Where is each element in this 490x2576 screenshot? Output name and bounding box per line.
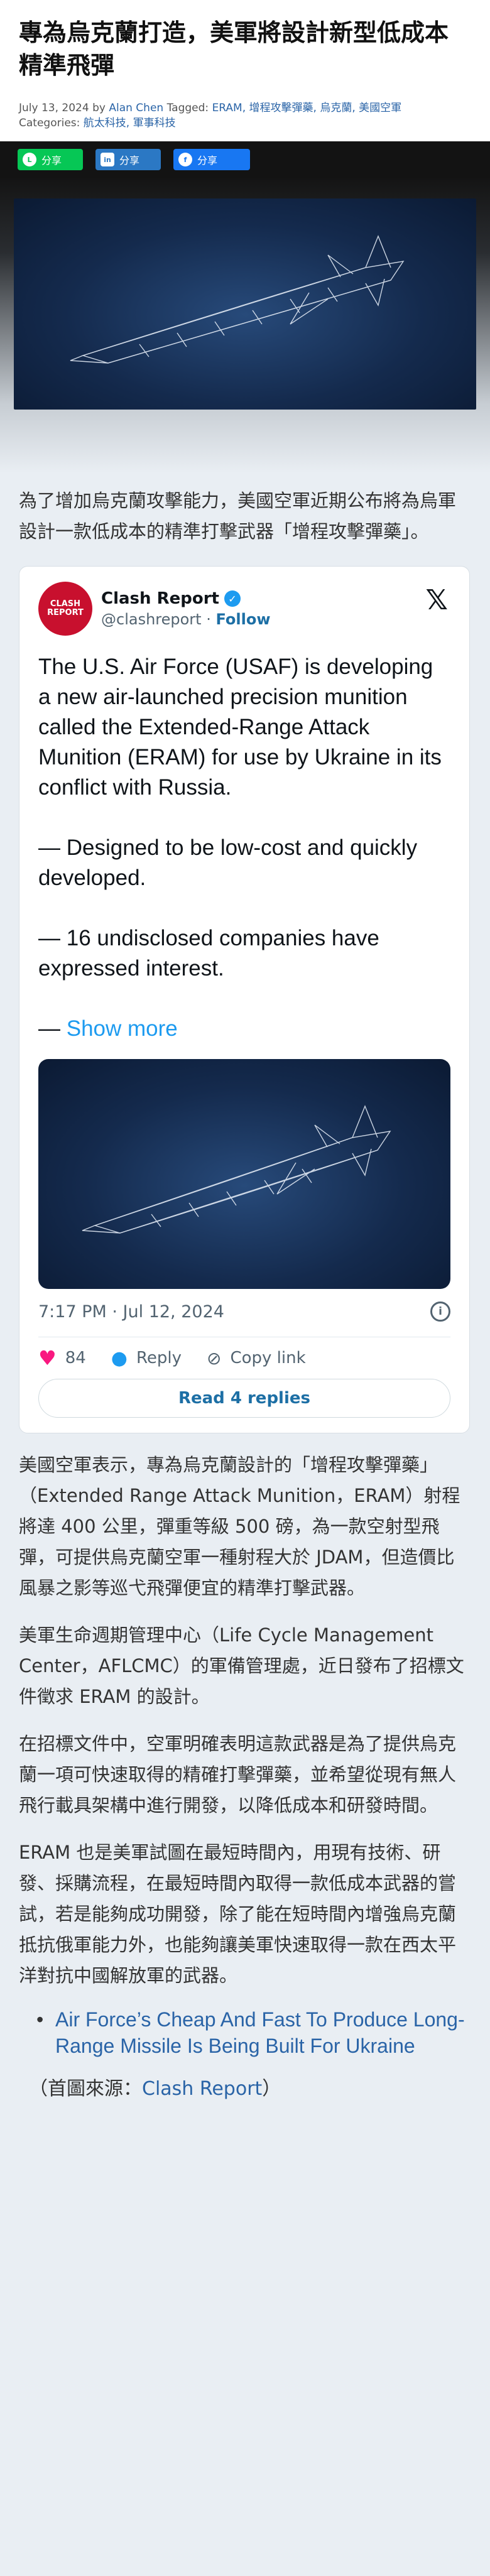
source-prefix: （首圖來源： [29,2078,142,2100]
tweet-author-name-row: Clash Report ✓ [101,589,271,608]
linkedin-icon: in [101,153,114,166]
tweet-media-image[interactable] [38,1059,450,1289]
hero-section [0,178,490,486]
missile-wireframe-image [82,1105,391,1234]
copy-link-label: Copy link [230,1349,306,1367]
tweet-text-line2: — Designed to be low-cost and quickly de… [38,835,418,890]
share-line-label: 分享 [41,155,62,166]
author-link[interactable]: Alan Chen [109,102,163,114]
facebook-icon: f [178,153,192,166]
related-links: Air Force’s Cheap And Fast To Produce Lo… [19,2006,471,2059]
reply-label: Reply [136,1349,182,1367]
article-body: 為了增加烏克蘭攻擊能力，美國空軍近期公布將為烏軍設計一款低成本的精準打擊武器「增… [0,486,490,2100]
tweet-handle[interactable]: @clashreport [101,611,202,628]
article-date: July 13, 2024 [19,102,89,114]
share-line-button[interactable]: L 分享 [18,149,83,170]
tweet-timestamp-row: 7:17 PM · Jul 12, 2024 i [38,1300,450,1323]
tagged-label: Tagged: [166,102,209,114]
follow-button[interactable]: Follow [216,611,271,628]
source-suffix: ） [262,2078,281,2100]
reply-bubble-icon: ● [111,1347,128,1369]
link-icon: ⊘ [206,1347,222,1369]
tag-links[interactable]: ERAM, 增程攻擊彈藥, 烏克蘭, 美國空軍 [212,102,402,114]
tweet-timestamp[interactable]: 7:17 PM · Jul 12, 2024 [38,1302,224,1322]
show-more-link[interactable]: Show more [67,1016,178,1041]
article-title: 專為烏克蘭打造，美軍將設計新型低成本精準飛彈 [19,19,449,79]
share-facebook-label: 分享 [197,155,218,166]
paragraph-eram-goal: ERAM 也是美軍試圖在最短時間內，用現有技術、研發、採購流程，在最短時間內取得… [19,1842,457,1986]
heart-icon: ♥ [38,1346,57,1370]
categories-label: Categories: [19,117,80,129]
like-button[interactable]: ♥ 84 [38,1346,86,1370]
tweet-author: Clash Report ✓ @clashreport · Follow [101,589,271,628]
article-header: 專為烏克蘭打造，美軍將設計新型低成本精準飛彈 July 13, 2024 by … [0,0,490,141]
missile-wireframe-image [70,235,405,364]
tweet-text: The U.S. Air Force (USAF) is developing … [38,652,450,1044]
tweet-text-line1: The U.S. Air Force (USAF) is developing … [38,655,442,800]
hero-image [14,198,476,410]
info-icon[interactable]: i [430,1302,450,1322]
tweet-actions: ♥ 84 ● Reply ⊘ Copy link [38,1337,450,1379]
line-icon: L [23,153,36,166]
embedded-tweet[interactable]: CLASH REPORT Clash Report ✓ @clashreport… [19,566,470,1433]
like-count: 84 [65,1349,86,1367]
tweet-handle-row: @clashreport · Follow [101,611,271,628]
show-more-row: — Show more [38,1014,450,1044]
x-logo-icon[interactable]: 𝕏 [426,584,448,616]
share-linkedin-label: 分享 [119,155,140,166]
verified-badge-icon: ✓ [224,590,241,607]
source-link[interactable]: Clash Report [142,2078,262,2100]
tweet-author-name[interactable]: Clash Report [101,589,219,608]
category-links[interactable]: 航太科技, 軍事科技 [84,117,176,129]
paragraph-intro: 為了增加烏克蘭攻擊能力，美國空軍近期公布將為烏軍設計一款低成本的精準打擊武器「增… [19,490,457,542]
tweet-text-line3: — 16 undisclosed companies have expresse… [38,926,379,981]
by-label: by [92,102,106,114]
paragraph-tender: 在招標文件中，空軍明確表明這款武器是為了提供烏克蘭一項可快速取得的精確打擊彈藥，… [19,1733,457,1816]
share-bar: L 分享 in 分享 f 分享 [0,141,490,178]
image-source: （首圖來源：Clash Report） [19,2073,471,2100]
paragraph-aflcmc: 美軍生命週期管理中心（Life Cycle Management Center，… [19,1624,464,1707]
avatar[interactable]: CLASH REPORT [38,582,92,636]
related-link[interactable]: Air Force’s Cheap And Fast To Produce Lo… [36,2006,471,2059]
show-more-prefix: — [38,1016,67,1041]
tweet-header: CLASH REPORT Clash Report ✓ @clashreport… [38,580,450,637]
share-linkedin-button[interactable]: in 分享 [95,149,161,170]
copy-link-button[interactable]: ⊘ Copy link [207,1348,306,1369]
article-meta: July 13, 2024 by Alan Chen Tagged: ERAM,… [19,101,471,131]
read-replies-button[interactable]: Read 4 replies [38,1379,450,1418]
reply-button[interactable]: ● Reply [111,1347,182,1369]
paragraph-eram-overview: 美國空軍表示，專為烏克蘭設計的「增程攻擊彈藥」（Extended Range A… [19,1454,460,1599]
share-facebook-button[interactable]: f 分享 [173,149,250,170]
